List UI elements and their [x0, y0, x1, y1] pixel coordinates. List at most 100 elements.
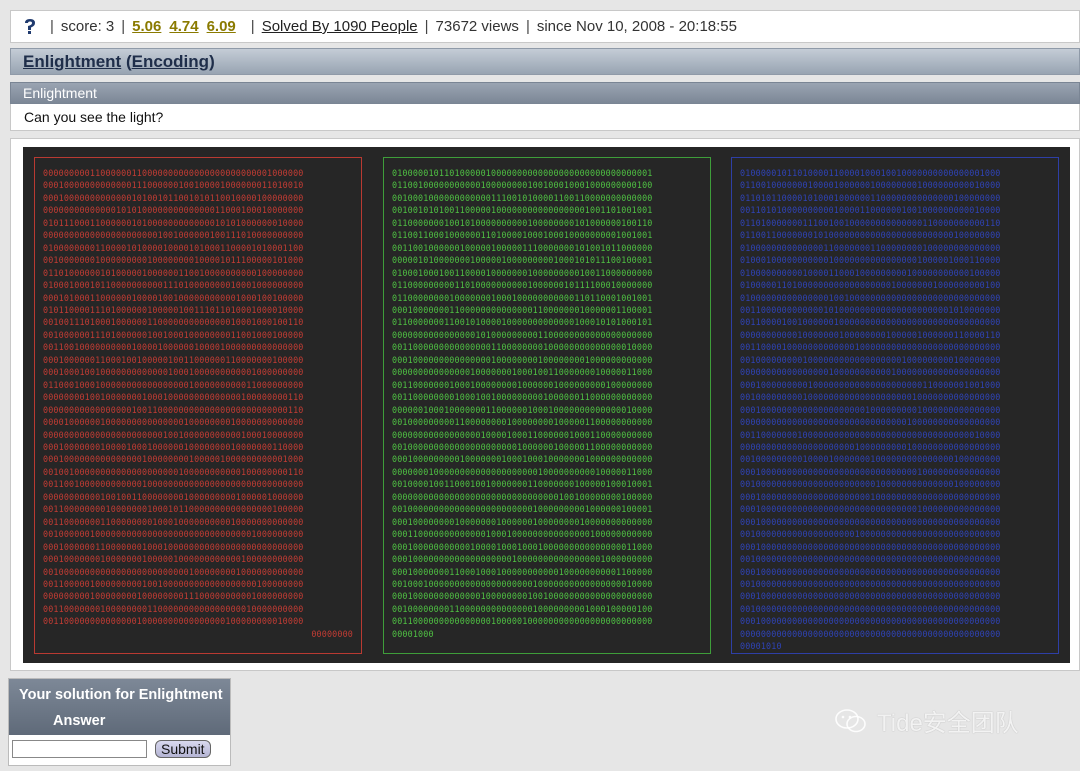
watermark: Tide安全团队 [835, 703, 1019, 738]
binary-line: 0001000000000000000100000000100000100000… [43, 454, 304, 465]
score-text: score: 3 [60, 18, 115, 35]
binary-line: 0001000000000000000000001000000000100000… [740, 404, 1001, 415]
binary-line: 0011000000010001000000001000000100000000… [392, 379, 653, 390]
binary-line: 0110101100001010001000000110000000000000… [740, 192, 1001, 203]
binary-line: 0001000000000100000001000100010000000100… [392, 454, 653, 465]
binary-image: 0000000001100000011000000000000000000000… [23, 147, 1070, 663]
help-icon[interactable] [23, 18, 37, 35]
binary-line: 0010000000011000000000000001000000000100… [392, 603, 653, 614]
binary-line: 00001000 [392, 628, 434, 639]
solved-by-link[interactable]: Solved By 1090 People [262, 18, 418, 35]
binary-line: 0000000000000000010000100011000000100011… [392, 429, 653, 440]
binary-line: 0010000000100000000010000000010000101110… [43, 255, 304, 266]
binary-line: 0000010100000001000001000000000100010101… [392, 255, 653, 266]
binary-line: 0011000000000000001000000000000000010000… [43, 616, 304, 627]
binary-line: 0011000010010000001000000000000000000000… [740, 317, 1001, 328]
rating-2-link[interactable]: 4.74 [169, 18, 198, 35]
separator: | [50, 18, 54, 35]
answer-label: Answer [53, 713, 106, 729]
binary-line: 0011001000000100000100000111000000010100… [392, 242, 653, 253]
binary-line: 0011000000010000000000000000000000000000… [740, 429, 1001, 440]
binary-line: 0010000100110001001000000011000000010000… [392, 479, 653, 490]
binary-line: 0110010000000100001000000100000000100000… [740, 180, 1001, 191]
binary-line: 0001000000000000000000010000000000000000… [392, 554, 653, 565]
binary-line: 0100000000000000010010000000000000000000… [740, 292, 1001, 303]
binary-line: 0110011000100000011010000100010001000000… [392, 230, 653, 241]
binary-line: 0011000000011000000001000100000000001000… [43, 516, 304, 527]
binary-line: 0001000000000000010000000010010000000000… [392, 591, 653, 602]
solution-header: Your solution for Enlightment Answer [9, 679, 230, 735]
binary-line: 0010000001110100000010010001000000001100… [43, 329, 304, 340]
binary-column-blue: 0100000101101000011000010001001000000000… [731, 157, 1059, 654]
rating-3-link[interactable]: 6.09 [207, 18, 236, 35]
binary-line: 0001000000000000010100101100101011001000… [43, 192, 304, 203]
binary-line: 0010000000000000000000000000000000000000… [740, 603, 1001, 614]
binary-line: 0000000000000000010000000000010000000000… [740, 367, 1001, 378]
binary-line: 0010000000000000000000100000000000000000… [740, 529, 1001, 540]
binary-line: 0011001000000000000100000000000000000000… [43, 479, 304, 490]
binary-line: 0010000000000000000000000000000000000000… [740, 554, 1001, 565]
since-date: since Nov 10, 2008 - 20:18:55 [536, 18, 737, 35]
binary-line: 0001000000110001001000001001100000011000… [43, 354, 304, 365]
binary-line: 0110100000010100000100000011001000000000… [43, 267, 304, 278]
binary-line: 0010000000000000000000000010000000000000… [740, 479, 1001, 490]
binary-line: 0000000000000000010011000000000000000000… [43, 404, 304, 415]
binary-line: 0000000100000000000000000000100000000001… [392, 466, 653, 477]
binary-line: 0000000010010000000100010000000000000010… [43, 392, 304, 403]
binary-line: 0001000000000000011100000010010000100000… [43, 180, 304, 191]
separator: | [250, 18, 255, 35]
binary-line: 0001000000000000000000000000000000000000… [740, 566, 1001, 577]
binary-line: 0001010001100000010000100100000000000100… [43, 292, 304, 303]
binary-line: 0011000000000000101000000000000000000000… [740, 304, 1001, 315]
challenge-description: Can you see the light? [10, 104, 1080, 131]
binary-line: 0100000000001000011000100000000010000000… [740, 267, 1001, 278]
binary-line: 0010000000000000000000000000100000000100… [43, 566, 304, 577]
binary-line: 0001000000110000000100010000000000000000… [43, 541, 304, 552]
binary-line: 0000000000000001000000010001001100000001… [392, 367, 653, 378]
binary-line: 0000000000000000000000000000000010010000… [392, 491, 653, 502]
binary-line: 0000000000000000000000100000000010000000… [740, 441, 1001, 452]
binary-line: 0011000000001000100100000000010000001100… [392, 392, 653, 403]
binary-line: 0100010001001100001000000010000000001001… [392, 267, 653, 278]
binary-line: 0011000000010000000011000000000000000001… [43, 603, 304, 614]
category-link[interactable]: Encoding [132, 52, 209, 72]
separator: | [121, 18, 126, 35]
binary-line: 0100000000000000110000000110000000010000… [740, 242, 1001, 253]
binary-line: 0000100000010000000000000001000000001000… [43, 417, 304, 428]
challenge-name-link[interactable]: Enlightment [23, 52, 121, 72]
paren-close: ) [209, 51, 215, 71]
binary-line: 0000000000000000000000000000000000000000… [740, 628, 1001, 639]
binary-line: 0000000000000000000000000000000010000000… [740, 417, 1001, 428]
binary-line: 0001000000000000000000000000000000000000… [740, 591, 1001, 602]
binary-line: 0010000001000000000000000000000000000000… [43, 529, 304, 540]
binary-line: 0001000000000000000100000000100000000100… [392, 354, 653, 365]
binary-line: 0011000010000000000000100000000000000000… [740, 342, 1001, 353]
binary-line: 0110000000001101000000000010000001011110… [392, 280, 653, 291]
rating-1-link[interactable]: 5.06 [132, 18, 161, 35]
binary-line: 0001100000000000001000100000000000000010… [392, 529, 653, 540]
binary-line: 0010000000001100000000100000000100000110… [392, 417, 653, 428]
binary-line: 0011000000001000000010001011000000000000… [43, 504, 304, 515]
binary-column-red: 0000000001100000011000000000000000000000… [34, 157, 362, 654]
binary-line: 0101110001100000010100000000000001010100… [43, 217, 304, 228]
binary-line: 0010000000001000000000000000000001000000… [740, 392, 1001, 403]
watermark-text: Tide安全团队 [877, 710, 1019, 737]
separator: | [424, 18, 429, 35]
binary-line: 0001000000000100000000000000000000011000… [740, 379, 1001, 390]
binary-line: 0001000000000000000000000000000000100000… [740, 466, 1001, 477]
binary-line: 0001000000011000000000000001100000001000… [392, 304, 653, 315]
binary-line: 0001000000000000000000000000000000000000… [740, 516, 1001, 527]
challenge-image-container: 0000000001100000011000000000000000000000… [10, 138, 1080, 671]
binary-line: 0010010000000000000000000010000000000010… [43, 466, 304, 477]
binary-line: 0100000101101000001000000000000000000000… [392, 168, 653, 178]
answer-input[interactable] [12, 740, 147, 758]
solution-box: Your solution for Enlightment Answer Sub… [8, 678, 231, 766]
submit-button[interactable]: Submit [155, 740, 211, 758]
binary-line: 0001000000010000100010000001000000001000… [43, 441, 304, 452]
binary-line: 0000000001100000011000000000000000000000… [43, 168, 304, 178]
binary-line: 00000000 [311, 628, 353, 639]
paren-open: ( [121, 51, 132, 71]
binary-line: 0010001000000000000000000001000000000000… [392, 578, 653, 589]
binary-line: 0001000000010000000100000100000000000010… [43, 554, 304, 565]
binary-line: 0000000000000000101000000000110000000000… [392, 329, 653, 340]
